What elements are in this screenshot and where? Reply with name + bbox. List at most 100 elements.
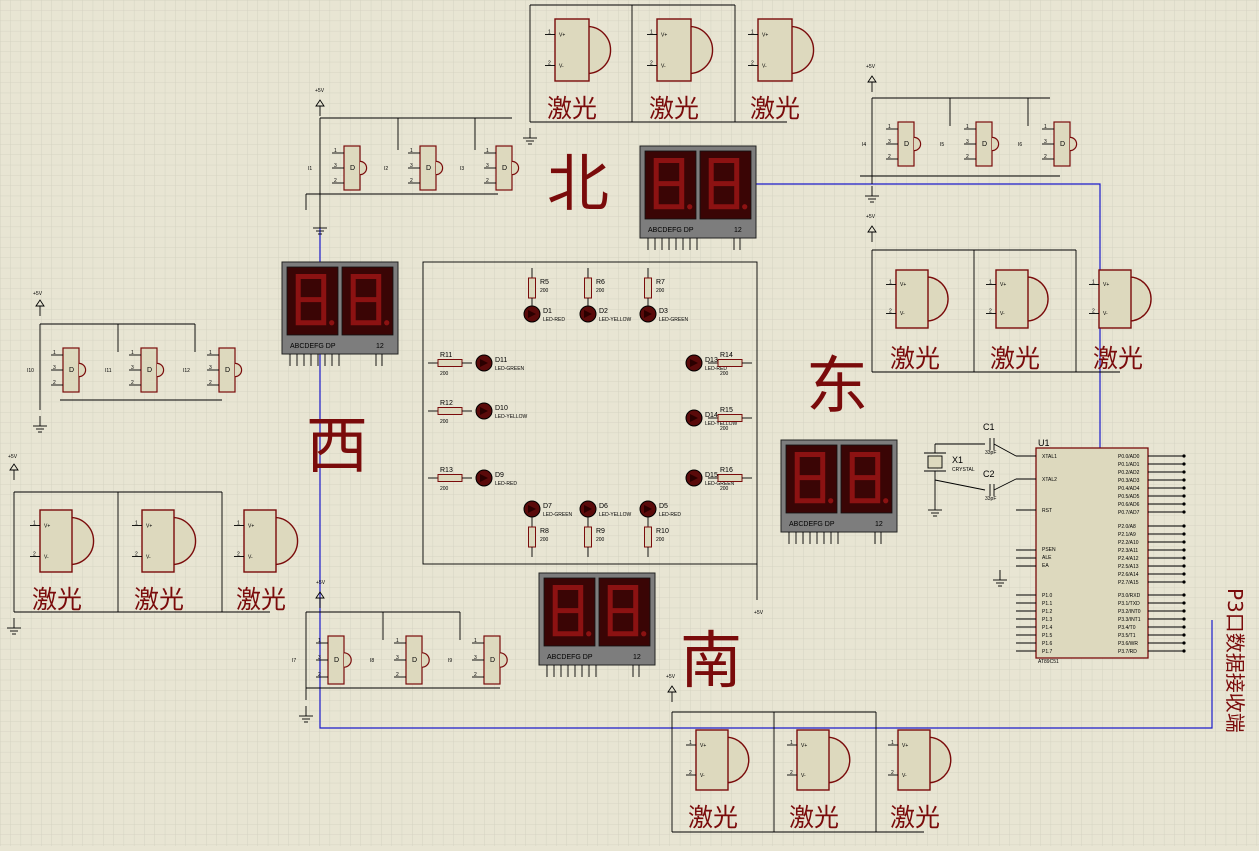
led-type: LED-GREEN — [659, 317, 689, 323]
pin-label: 1 — [1092, 279, 1095, 285]
resistor-ref: R6 — [596, 279, 605, 286]
pin-label: D — [225, 367, 230, 374]
chip-port-pin: P1.0 — [1042, 593, 1053, 599]
led-ref: D3 — [659, 308, 668, 315]
laser-label: 激光 — [688, 803, 738, 832]
pin-label: 1 — [318, 638, 321, 644]
pin-label: 2 — [410, 178, 413, 184]
pin-label: 2 — [486, 178, 489, 184]
crystal-ref: X1 — [952, 455, 963, 465]
led-type: LED-RED — [543, 317, 565, 323]
resistor-value: 200 — [540, 288, 549, 294]
chip-port-pin: P3.3/INT1 — [1118, 617, 1141, 623]
power-label-north: +5V — [315, 88, 325, 94]
pin-label: V+ — [248, 523, 254, 529]
pin-label: D — [490, 657, 495, 664]
gate-label: I6 — [1018, 142, 1022, 148]
led-type: LED-GREEN — [495, 366, 525, 372]
chip-port-pin: P0.6/AD6 — [1118, 502, 1140, 508]
pin-label: D — [334, 657, 339, 664]
chip-psen: PSEN — [1042, 547, 1056, 553]
chip-port-pin: P2.4/A12 — [1118, 556, 1139, 562]
resistor-ref: R14 — [720, 352, 733, 359]
pin-label: 1 — [1044, 124, 1047, 130]
pin-label: V+ — [801, 743, 807, 749]
gate-label: I7 — [292, 658, 296, 664]
pin-label: V- — [1000, 311, 1005, 317]
pin-label: 1 — [53, 350, 56, 356]
led-type: LED-RED — [495, 481, 517, 487]
chip-port-pin: P2.5/A13 — [1118, 564, 1139, 570]
pin-label: D — [350, 165, 355, 172]
pin-label: 2 — [888, 154, 891, 160]
pin-label: V- — [1103, 311, 1108, 317]
led-type: LED-YELLOW — [599, 512, 632, 518]
chip-port-pin: P1.2 — [1042, 609, 1053, 615]
chip-ale: ALE — [1042, 555, 1052, 561]
pin-label: V+ — [1000, 282, 1006, 288]
pin-label: 1 — [396, 638, 399, 644]
pin-label: D — [412, 657, 417, 664]
south-display: ABCDEFG DP 12 — [538, 572, 656, 677]
pin-label: 2 — [396, 672, 399, 678]
display-pin-label: ABCDEFG DP — [648, 227, 694, 234]
display-digit-label: 12 — [376, 343, 384, 350]
chip-port-pin: P2.6/A14 — [1118, 572, 1139, 578]
resistor-value: 200 — [656, 537, 665, 543]
pin-label: V+ — [44, 523, 50, 529]
pin-label: V+ — [900, 282, 906, 288]
led-ref: D11 — [495, 357, 507, 364]
gate-label: I8 — [370, 658, 374, 664]
pin-label: 2 — [889, 308, 892, 314]
resistor-ref: R5 — [540, 279, 549, 286]
pin-label: 3 — [209, 365, 212, 371]
resistor-value: 200 — [440, 486, 449, 492]
resistor-value: 200 — [656, 288, 665, 294]
side-title: P3口数据接收端 — [1223, 588, 1247, 733]
pin-label: 1 — [548, 29, 551, 35]
chip-port-pin: P1.3 — [1042, 617, 1053, 623]
pin-label: D — [502, 165, 507, 172]
chip-xtal2: XTAL2 — [1042, 477, 1057, 483]
resistor-value: 200 — [596, 288, 605, 294]
resistor-ref: R9 — [596, 528, 605, 535]
crystal-part: CRYSTAL — [952, 467, 975, 473]
chip-ref: U1 — [1038, 438, 1050, 448]
pin-label: 2 — [650, 60, 653, 66]
power-label-east-gates: +5V — [866, 64, 876, 70]
chip-port-pin: P2.3/A11 — [1118, 548, 1138, 554]
north-display: ABCDEFG DP 12 — [639, 145, 757, 250]
pin-label: V- — [700, 773, 705, 779]
east-display: ABCDEFG DP 12 — [780, 439, 898, 544]
chip-port-pin: P2.1/A9 — [1118, 532, 1136, 538]
pin-label: D — [426, 165, 431, 172]
display-digit-label: 12 — [734, 227, 742, 234]
pin-label: 2 — [33, 551, 36, 557]
west-label: 西 — [306, 409, 368, 482]
pin-label: 2 — [1092, 308, 1095, 314]
schematic-canvas: 1 2 V+ V- 激光 1 2 V+ V- 激光 1 2 V+ V- 激光 D 1 3 2 I1 D 1 3 2 I2 D 1 3 2… — [0, 0, 1259, 846]
gate-label: I11 — [105, 368, 112, 374]
pin-label: 2 — [131, 380, 134, 386]
laser-label: 激光 — [649, 94, 699, 123]
pin-label: 3 — [396, 655, 399, 661]
pin-label: 2 — [966, 154, 969, 160]
led-type: LED-RED — [659, 512, 681, 518]
pin-label: D — [904, 141, 909, 148]
resistor-value: 200 — [440, 419, 449, 425]
chip-port-pin: P0.4/AD4 — [1118, 486, 1140, 492]
pin-label: 2 — [891, 770, 894, 776]
chip-port-pin: P0.0/AD0 — [1118, 454, 1140, 460]
display-pin-label: ABCDEFG DP — [290, 343, 336, 350]
pin-label: V- — [661, 63, 666, 69]
pin-label: 3 — [1044, 139, 1047, 145]
resistor-ref: R12 — [440, 400, 453, 407]
pin-label: 3 — [888, 139, 891, 145]
cap-c1-value: 33pF — [985, 450, 996, 456]
led-type: LED-YELLOW — [599, 317, 632, 323]
chip-port-pin: P0.7/AD7 — [1118, 510, 1140, 516]
chip-port-pin: P0.3/AD3 — [1118, 478, 1140, 484]
gate-label: I4 — [862, 142, 866, 148]
resistor-ref: R11 — [440, 352, 452, 359]
pin-label: V- — [146, 554, 151, 560]
